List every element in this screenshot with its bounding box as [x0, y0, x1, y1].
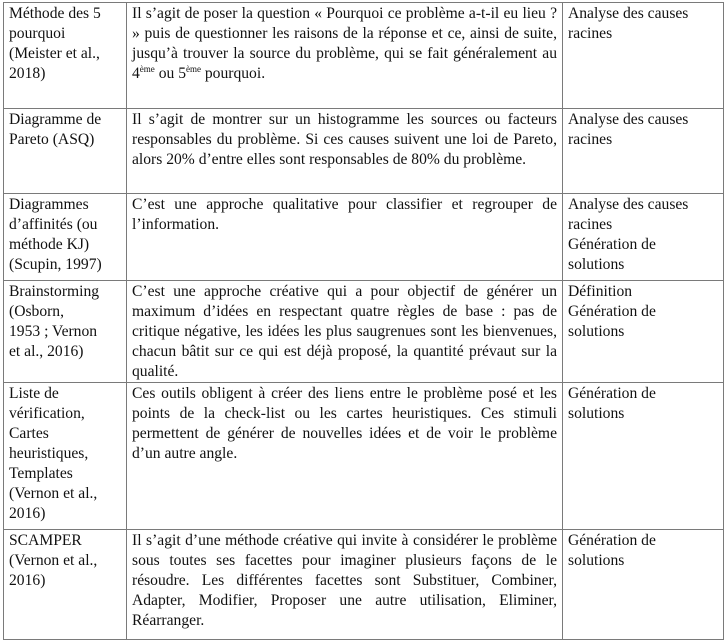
description-text: C’est une approche créative qui a pour o… — [132, 283, 557, 380]
method-line: 2016) — [9, 572, 46, 589]
usage-line: Analyse des causes — [568, 196, 689, 213]
method-line: (Meister et al., — [9, 45, 100, 62]
method-line: Méthode des 5 — [9, 5, 101, 22]
method-line: 2018) — [9, 65, 46, 82]
ordinal-suffix: ème — [139, 64, 155, 74]
usage-line: racines — [568, 131, 613, 148]
usage-cell: Génération de solutions — [562, 382, 724, 530]
method-line: heuristiques, — [9, 445, 89, 462]
description-cell: Il s’agit de poser la question « Pourquo… — [126, 2, 563, 109]
description-text: Il s’agit d’une méthode créative qui inv… — [132, 532, 557, 629]
usage-line: solutions — [568, 552, 625, 569]
usage-line: solutions — [568, 256, 625, 273]
method-line: Diagramme de — [9, 111, 102, 128]
usage-cell: Analyse des causes racines Génération de… — [562, 193, 724, 281]
description-text: Ces outils obligent à créer des liens en… — [132, 385, 557, 462]
method-line: (Vernon et al., — [9, 552, 98, 569]
usage-line: Génération de — [568, 532, 656, 549]
usage-cell: Analyse des causes racines — [562, 2, 724, 109]
method-line: pourquoi — [9, 25, 66, 42]
description-cell: Il s’agit de montrer sur un histogramme … — [126, 108, 563, 194]
usage-line: Génération de — [568, 236, 656, 253]
ordinal-suffix: ème — [185, 64, 201, 74]
description-cell: Ces outils obligent à créer des liens en… — [126, 382, 563, 530]
usage-line: Génération de — [568, 303, 656, 320]
description-cell: C’est une approche qualitative pour clas… — [126, 193, 563, 281]
usage-line: racines — [568, 25, 613, 42]
table-row: Diagrammes d’affinités (ou méthode KJ) (… — [3, 193, 724, 281]
method-line: (Scupin, 1997) — [9, 256, 102, 273]
description-text: Il s’agit de montrer sur un histogramme … — [132, 111, 557, 168]
method-line: d’affinités (ou — [9, 216, 98, 233]
usage-line: solutions — [568, 405, 625, 422]
description-text: Il s’agit de poser la question « Pourquo… — [132, 4, 557, 84]
method-line: Brainstorming — [9, 283, 100, 300]
usage-cell: Analyse des causes racines — [562, 108, 724, 194]
usage-line: racines — [568, 216, 613, 233]
method-line: Diagrammes — [9, 196, 89, 213]
method-line: (Vernon et al., — [9, 485, 98, 502]
usage-line: Génération de — [568, 385, 656, 402]
method-line: 2016) — [9, 505, 46, 522]
method-cell: Diagrammes d’affinités (ou méthode KJ) (… — [3, 193, 127, 281]
method-line: vérification, — [9, 405, 85, 422]
usage-line: solutions — [568, 323, 625, 340]
method-line: Liste de — [9, 385, 59, 402]
method-line: (Osborn, — [9, 303, 65, 320]
document-page: Méthode des 5 pourquoi (Meister et al., … — [0, 0, 725, 640]
usage-line: Analyse des causes — [568, 5, 689, 22]
description-part: ou 5 — [154, 65, 186, 82]
description-text: C’est une approche qualitative pour clas… — [132, 196, 557, 233]
method-line: Pareto (ASQ) — [9, 131, 95, 148]
method-line: Cartes — [9, 425, 49, 442]
usage-cell: Définition Génération de solutions — [562, 280, 724, 383]
method-line: SCAMPER — [9, 532, 82, 549]
methods-table: Méthode des 5 pourquoi (Meister et al., … — [3, 2, 724, 640]
usage-line: Définition — [568, 283, 633, 300]
method-cell: Méthode des 5 pourquoi (Meister et al., … — [3, 2, 127, 109]
method-line: Templates — [9, 465, 73, 482]
method-cell: Diagramme de Pareto (ASQ) — [3, 108, 127, 194]
table-row: Diagramme de Pareto (ASQ) Il s’agit de m… — [3, 108, 724, 194]
method-line: 1953 ; Vernon — [9, 323, 98, 340]
method-line: méthode KJ) — [9, 236, 90, 253]
description-cell: C’est une approche créative qui a pour o… — [126, 280, 563, 383]
description-cell: Il s’agit d’une méthode créative qui inv… — [126, 529, 563, 640]
usage-cell: Génération de solutions — [562, 529, 724, 640]
table-row: Méthode des 5 pourquoi (Meister et al., … — [3, 2, 724, 109]
method-cell: Brainstorming (Osborn, 1953 ; Vernon et … — [3, 280, 127, 383]
method-cell: SCAMPER (Vernon et al., 2016) — [3, 529, 127, 640]
table-row: Liste de vérification, Cartes heuristiqu… — [3, 382, 724, 530]
method-cell: Liste de vérification, Cartes heuristiqu… — [3, 382, 127, 530]
table-row: Brainstorming (Osborn, 1953 ; Vernon et … — [3, 280, 724, 383]
table-row: SCAMPER (Vernon et al., 2016) Il s’agit … — [3, 529, 724, 640]
usage-line: Analyse des causes — [568, 111, 689, 128]
method-line: et al., 2016) — [9, 343, 84, 360]
description-part: pourquoi. — [200, 65, 266, 82]
